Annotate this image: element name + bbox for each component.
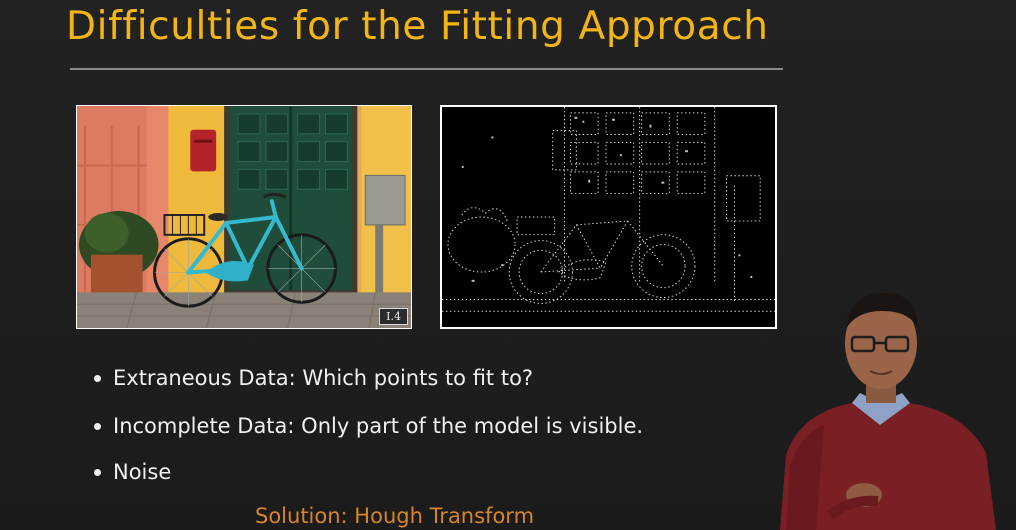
slide-title: Difficulties for the Fitting Approach <box>66 4 769 49</box>
edge-map-image <box>440 105 777 329</box>
bullet-noise: Noise <box>94 456 643 504</box>
bullet-incomplete-data: Incomplete Data: Only part of the model … <box>94 410 643 456</box>
bullet-list: Extraneous Data: Which points to fit to?… <box>94 362 643 504</box>
presenter-video <box>760 285 1016 530</box>
bullet-extraneous-data: Extraneous Data: Which points to fit to? <box>94 362 643 410</box>
figure-tag: I.4 <box>379 308 408 325</box>
bicycle-photo-illustration <box>77 106 411 328</box>
title-underline <box>70 68 783 70</box>
solution-text: Solution: Hough Transform <box>255 504 535 528</box>
edge-map-illustration <box>442 107 775 327</box>
bicycle-photo: I.4 <box>76 105 412 329</box>
lecture-slide: Difficulties for the Fitting Approach I.… <box>0 0 1016 530</box>
presenter-figure <box>780 293 996 530</box>
